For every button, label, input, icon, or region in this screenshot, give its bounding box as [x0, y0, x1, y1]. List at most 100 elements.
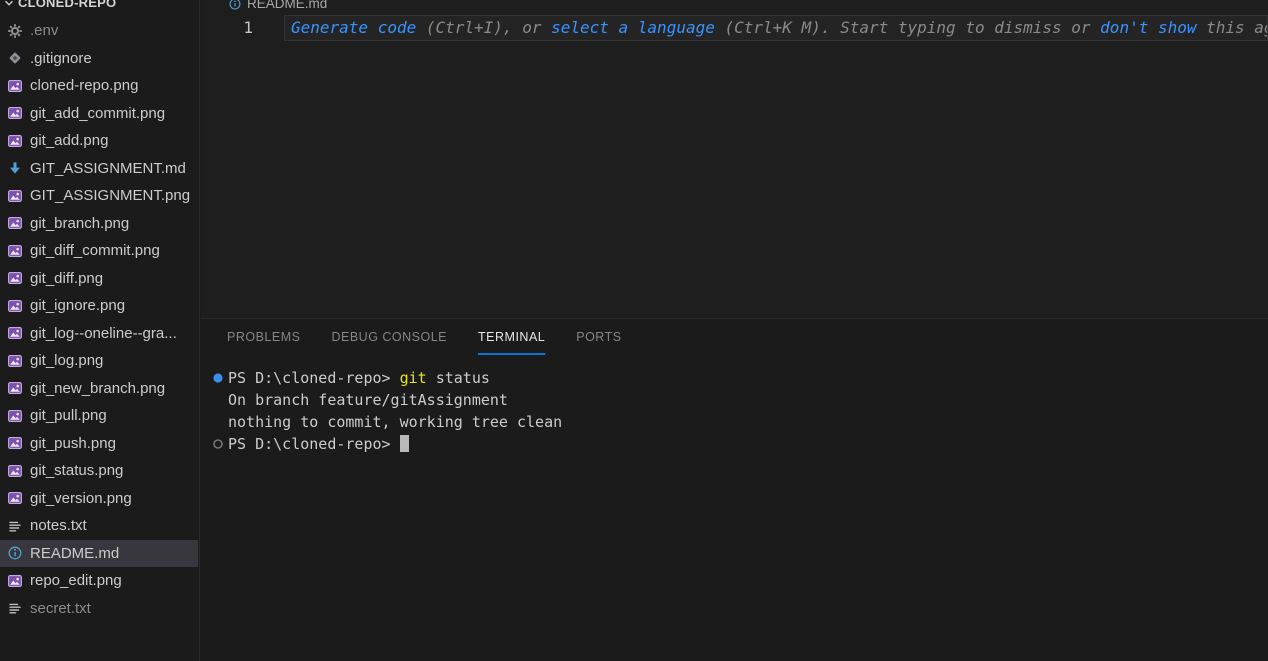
- file-name: git_diff_commit.png: [30, 242, 160, 259]
- terminal-cursor: [400, 435, 409, 452]
- ghost-text-link[interactable]: don't show: [1100, 18, 1196, 37]
- prompt-decoration-icon: [210, 436, 226, 452]
- terminal-text: On branch feature/gitAssignment: [228, 391, 508, 409]
- vscode-window: { "colors": { "accent": "#0078d4", "link…: [0, 0, 1268, 661]
- file-row[interactable]: secret.txt: [0, 595, 198, 623]
- text-file-icon: [7, 600, 23, 616]
- terminal-line: nothing to commit, working tree clean: [228, 411, 1268, 433]
- file-name: git_ignore.png: [30, 297, 125, 314]
- image-icon: [7, 573, 23, 589]
- file-name: secret.txt: [30, 600, 91, 617]
- file-row[interactable]: git_status.png: [0, 457, 198, 485]
- file-name: git_diff.png: [30, 270, 103, 287]
- file-list: .env .gitignore cloned-repo.png git_add_com…: [0, 17, 198, 622]
- file-row[interactable]: GIT_ASSIGNMENT.png: [0, 182, 198, 210]
- terminal-text: status: [427, 369, 490, 387]
- file-row[interactable]: git_log--oneline--gra...: [0, 320, 198, 348]
- line-number: 1: [201, 18, 253, 37]
- terminal-command-text: git: [400, 369, 427, 387]
- terminal-line: PS D:\cloned-repo> git status: [228, 367, 1268, 389]
- terminal-text: PS D:\cloned-repo>: [228, 369, 400, 387]
- file-row[interactable]: git_new_branch.png: [0, 375, 198, 403]
- editor-line-1: 1 Generate code (Ctrl+I), or select a la…: [201, 14, 1268, 41]
- file-row[interactable]: repo_edit.png: [0, 567, 198, 595]
- file-name: git_log.png: [30, 352, 103, 369]
- panel-tab-debug-console[interactable]: DEBUG CONSOLE: [331, 319, 447, 355]
- file-name: git_status.png: [30, 462, 123, 479]
- file-name: notes.txt: [30, 517, 87, 534]
- file-row[interactable]: git_diff.png: [0, 265, 198, 293]
- file-name: GIT_ASSIGNMENT.png: [30, 187, 190, 204]
- file-row[interactable]: README.md: [0, 540, 198, 568]
- file-name: git_pull.png: [30, 407, 107, 424]
- image-icon: [7, 463, 23, 479]
- explorer-section-header[interactable]: CLONED-REPO: [0, 0, 199, 13]
- file-row[interactable]: git_log.png: [0, 347, 198, 375]
- file-row[interactable]: git_diff_commit.png: [0, 237, 198, 265]
- panel-tab-problems[interactable]: PROBLEMS: [227, 319, 300, 355]
- gear-icon: [7, 23, 23, 39]
- code-editor[interactable]: 1 Generate code (Ctrl+I), or select a la…: [201, 13, 1268, 318]
- image-icon: [7, 78, 23, 94]
- file-name: GIT_ASSIGNMENT.md: [30, 160, 186, 177]
- file-row[interactable]: .gitignore: [0, 45, 198, 73]
- command-success-decoration-icon[interactable]: [210, 370, 226, 386]
- image-icon: [7, 435, 23, 451]
- image-icon: [7, 408, 23, 424]
- ghost-text: this again.: [1197, 18, 1268, 37]
- image-icon: [7, 243, 23, 259]
- file-row[interactable]: GIT_ASSIGNMENT.md: [0, 155, 198, 183]
- breadcrumb[interactable]: README.md: [201, 0, 1268, 13]
- file-row[interactable]: git_push.png: [0, 430, 198, 458]
- panel-tab-bar: PROBLEMS DEBUG CONSOLE TERMINAL PORTS: [201, 319, 1268, 355]
- image-icon: [7, 490, 23, 506]
- terminal-text: PS D:\cloned-repo>: [228, 435, 400, 453]
- image-icon: [7, 325, 23, 341]
- terminal-text: nothing to commit, working tree clean: [228, 413, 562, 431]
- file-name: .gitignore: [30, 50, 92, 67]
- file-name: repo_edit.png: [30, 572, 122, 589]
- panel-tab-ports[interactable]: PORTS: [576, 319, 621, 355]
- terminal-line: PS D:\cloned-repo>: [228, 433, 1268, 455]
- file-name: git_add_commit.png: [30, 105, 165, 122]
- ghost-text: (Ctrl+K M). Start typing to dismiss or: [715, 18, 1100, 37]
- file-name: git_log--oneline--gra...: [30, 325, 177, 342]
- file-name: git_push.png: [30, 435, 116, 452]
- image-icon: [7, 188, 23, 204]
- terminal-line: On branch feature/gitAssignment: [228, 389, 1268, 411]
- file-name: git_new_branch.png: [30, 380, 165, 397]
- file-row[interactable]: .env: [0, 17, 198, 45]
- image-icon: [7, 133, 23, 149]
- inline-suggestion-hint: Generate code (Ctrl+I), or select a lang…: [284, 15, 1268, 41]
- git-icon: [7, 50, 23, 66]
- file-row[interactable]: git_add.png: [0, 127, 198, 155]
- ghost-text-link[interactable]: select a language: [551, 18, 715, 37]
- text-file-icon: [7, 518, 23, 534]
- file-row[interactable]: git_version.png: [0, 485, 198, 513]
- image-icon: [7, 105, 23, 121]
- file-row[interactable]: notes.txt: [0, 512, 198, 540]
- ghost-text-link[interactable]: Generate code: [291, 18, 416, 37]
- file-name: cloned-repo.png: [30, 77, 138, 94]
- image-icon: [7, 298, 23, 314]
- file-row[interactable]: git_pull.png: [0, 402, 198, 430]
- editor-area: README.md 1 Generate code (Ctrl+I), or s…: [201, 0, 1268, 661]
- file-row[interactable]: cloned-repo.png: [0, 72, 198, 100]
- panel-tab-terminal[interactable]: TERMINAL: [478, 319, 545, 355]
- file-name: .env: [30, 22, 58, 39]
- breadcrumb-filename: README.md: [247, 0, 327, 11]
- bottom-panel: PROBLEMS DEBUG CONSOLE TERMINAL PORTS PS D:…: [201, 318, 1268, 661]
- info-icon: [7, 545, 23, 561]
- info-icon: [228, 0, 242, 11]
- file-row[interactable]: git_ignore.png: [0, 292, 198, 320]
- terminal[interactable]: PS D:\cloned-repo> git status On branch f…: [228, 367, 1268, 661]
- image-icon: [7, 380, 23, 396]
- file-name: README.md: [30, 545, 119, 562]
- file-name: git_add.png: [30, 132, 108, 149]
- markdown-icon: [7, 160, 23, 176]
- ghost-text: (Ctrl+I), or: [416, 18, 551, 37]
- image-icon: [7, 270, 23, 286]
- file-row[interactable]: git_add_commit.png: [0, 100, 198, 128]
- image-icon: [7, 353, 23, 369]
- file-row[interactable]: git_branch.png: [0, 210, 198, 238]
